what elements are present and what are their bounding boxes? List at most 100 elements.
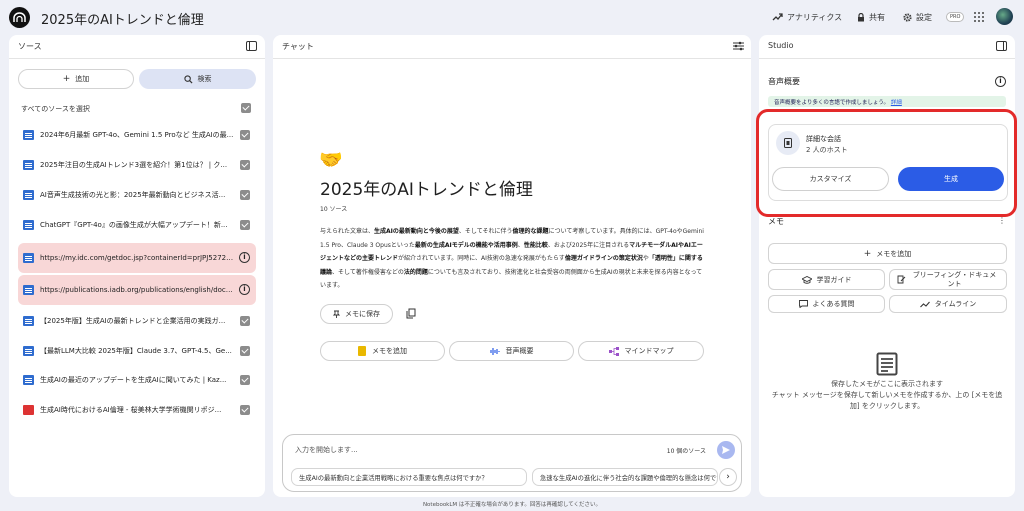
top-bar: 2025年のAIトレンドと倫理 アナリティクス 共有 設定 PRO: [0, 0, 1024, 34]
source-checkbox[interactable]: [240, 190, 250, 200]
copy-icon[interactable]: [406, 308, 416, 319]
plus-icon: +: [863, 248, 872, 259]
collapse-panel-icon[interactable]: [246, 41, 257, 51]
source-title: 【2025年版】生成AIの最新トレンドと企業活用の実践ガ...: [40, 317, 226, 325]
source-error-info-icon[interactable]: i: [239, 284, 250, 295]
source-checkbox[interactable]: [240, 160, 250, 170]
source-item[interactable]: ChatGPT『GPT-4o』の画像生成が大幅アップデート！新...: [18, 213, 256, 237]
web-page-icon: [23, 285, 34, 295]
suggested-question-2[interactable]: 急速な生成AIの進化に伴う社会的な課題や倫理的な懸念は何ですか？: [532, 468, 718, 486]
faq-label: よくある質問: [812, 300, 855, 308]
mind-map-button[interactable]: マインドマップ: [578, 341, 704, 361]
source-item[interactable]: 生成AI時代におけるAI倫理 - 桜美林大学学術機関リポジ...: [18, 398, 256, 422]
discover-sources-button[interactable]: 検索: [139, 69, 256, 89]
mind-map-icon: [608, 346, 619, 356]
chat-input-box: 入力を開始します... 10 個のソース 生成AIの最新動向と企業活用戦略におけ…: [282, 434, 742, 492]
analytics-button[interactable]: アナリティクス: [766, 8, 848, 26]
add-source-button[interactable]: + 追加: [18, 69, 134, 89]
add-note-button[interactable]: メモを追加: [320, 341, 445, 361]
apps-grid-icon[interactable]: [974, 12, 984, 22]
source-item[interactable]: https://publications.iadb.org/publicatio…: [18, 275, 256, 305]
source-item[interactable]: 生成AIの最近のアップデートを生成AIに聞いてみた | Kaz...: [18, 368, 256, 392]
gear-icon: [903, 12, 912, 22]
source-checkbox[interactable]: [240, 130, 250, 140]
language-banner: 音声概要をより多くの言語で作成しましょう。 詳細: [768, 96, 1006, 107]
share-button[interactable]: 共有: [851, 8, 891, 26]
send-button[interactable]: [717, 441, 735, 459]
select-all-checkbox[interactable]: [241, 103, 251, 113]
summary-keyword: 倫理的な課題: [512, 228, 549, 235]
summary-keyword: 法的問題: [403, 268, 428, 276]
briefing-doc-label: ブリーフィング・ドキュメント: [912, 270, 997, 288]
source-title: https://my.idc.com/getdoc.jsp?containerI…: [40, 254, 236, 262]
source-title: 2024年6月最新 GPT-4o、Gemini 1.5 Proなど 生成AIの最…: [40, 131, 234, 139]
collapse-panel-icon[interactable]: [996, 41, 1007, 51]
mind-map-label: マインドマップ: [624, 347, 674, 355]
pin-icon: [333, 310, 340, 318]
source-checkbox[interactable]: [240, 375, 250, 385]
faq-button[interactable]: よくある質問: [768, 295, 885, 313]
studio-add-note-label: メモを追加: [876, 249, 912, 258]
search-icon: [183, 74, 193, 84]
settings-button[interactable]: 設定: [897, 8, 938, 26]
more-options-icon[interactable]: ⋮: [998, 216, 1006, 225]
notebook-title[interactable]: 2025年のAIトレンドと倫理: [41, 9, 204, 28]
document-icon: [23, 130, 34, 140]
source-checkbox[interactable]: [240, 316, 250, 326]
save-to-note-button[interactable]: メモに保存: [320, 304, 393, 324]
info-icon[interactable]: i: [995, 76, 1006, 87]
next-suggestions-chevron-icon[interactable]: ›: [719, 468, 737, 486]
chat-header: チャット: [273, 35, 751, 59]
audio-overview-title: 音声概要: [768, 77, 800, 86]
source-item[interactable]: 2025年注目の生成AIトレンド3選を紹介！第1位は？ | ク...: [18, 153, 256, 177]
summary-keyword: 倫理ガイドラインの策定状況: [564, 255, 643, 262]
source-checkbox[interactable]: [240, 346, 250, 356]
source-title: AI音声生成技術の光と影：2025年最新動向とビジネス活...: [40, 191, 226, 199]
document-icon: [23, 190, 34, 200]
graduation-cap-icon: [801, 275, 812, 284]
document-icon: [23, 220, 34, 230]
add-source-label: 追加: [75, 75, 90, 83]
lock-icon: [858, 12, 864, 21]
briefing-doc-button[interactable]: ブリーフィング・ドキュメント: [889, 269, 1007, 290]
source-error-info-icon[interactable]: i: [239, 252, 250, 263]
notebook-emoji: 🤝: [319, 149, 343, 171]
timeline-label: タイムライン: [934, 300, 977, 308]
save-to-note-label: メモに保存: [345, 310, 380, 318]
source-title: 2025年注目の生成AIトレンド3選を紹介！第1位は？ | ク...: [40, 161, 228, 169]
source-checkbox[interactable]: [240, 220, 250, 230]
studio-header: Studio: [759, 35, 1015, 59]
suggested-question-1[interactable]: 生成AIの最新動向と企業活用戦略における重要な焦点は何ですか？: [291, 468, 527, 486]
study-guide-button[interactable]: 学習ガイド: [768, 269, 885, 290]
source-item[interactable]: https://my.idc.com/getdoc.jsp?containerI…: [18, 243, 256, 273]
source-item[interactable]: 【最新LLM大比較 2025年版】Claude 3.7、GPT-4.5、Ge..…: [18, 339, 256, 363]
chat-input[interactable]: 入力を開始します...: [295, 445, 358, 455]
notebook-heading: 2025年のAIトレンドと倫理: [320, 180, 533, 200]
summary-text: が紹介されています。同時に、AI技術の急速な発展がもたらす: [398, 255, 565, 262]
notebooklm-logo-icon[interactable]: [9, 7, 30, 28]
avatar[interactable]: [996, 8, 1013, 25]
empty-notes-description: チャット メッセージを保存して新しいメモを作成するか、上の [メモを追加] をク…: [771, 391, 1003, 410]
chat-bubble-icon: [798, 300, 808, 308]
input-source-count: 10 個のソース: [666, 448, 706, 455]
note-icon: [358, 346, 366, 356]
discover-sources-label: 検索: [197, 75, 212, 83]
tune-icon[interactable]: [733, 41, 744, 51]
add-note-label: メモを追加: [372, 347, 407, 355]
summary-text: 、および2025年に注目される: [547, 241, 630, 249]
banner-text: 音声概要をより多くの言語で作成しましょう。: [774, 100, 890, 106]
source-item[interactable]: 【2025年版】生成AIの最新トレンドと企業活用の実践ガ...: [18, 309, 256, 333]
banner-details-link[interactable]: 詳細: [891, 100, 902, 106]
studio-add-note-button[interactable]: + メモを追加: [768, 243, 1007, 264]
audio-overview-button[interactable]: 音声概要: [449, 341, 574, 361]
timeline-button[interactable]: タイムライン: [889, 295, 1007, 313]
settings-label: 設定: [916, 12, 932, 22]
source-item[interactable]: 2024年6月最新 GPT-4o、Gemini 1.5 Proなど 生成AIの最…: [18, 123, 256, 147]
source-item[interactable]: AI音声生成技術の光と影：2025年最新動向とビジネス活...: [18, 183, 256, 207]
edit-doc-icon: [897, 275, 905, 284]
source-checkbox[interactable]: [240, 405, 250, 415]
notebook-summary: 与えられた文章は、生成AIの最新動向と今後の展望、そしてそれに伴う倫理的な課題に…: [320, 225, 708, 293]
source-title: 生成AI時代におけるAI倫理 - 桜美林大学学術機関リポジ...: [40, 406, 222, 414]
studio-title: Studio: [768, 41, 794, 50]
studio-panel: Studio 音声概要 i 音声概要をより多くの言語で作成しましょう。 詳細 詳…: [759, 35, 1015, 497]
